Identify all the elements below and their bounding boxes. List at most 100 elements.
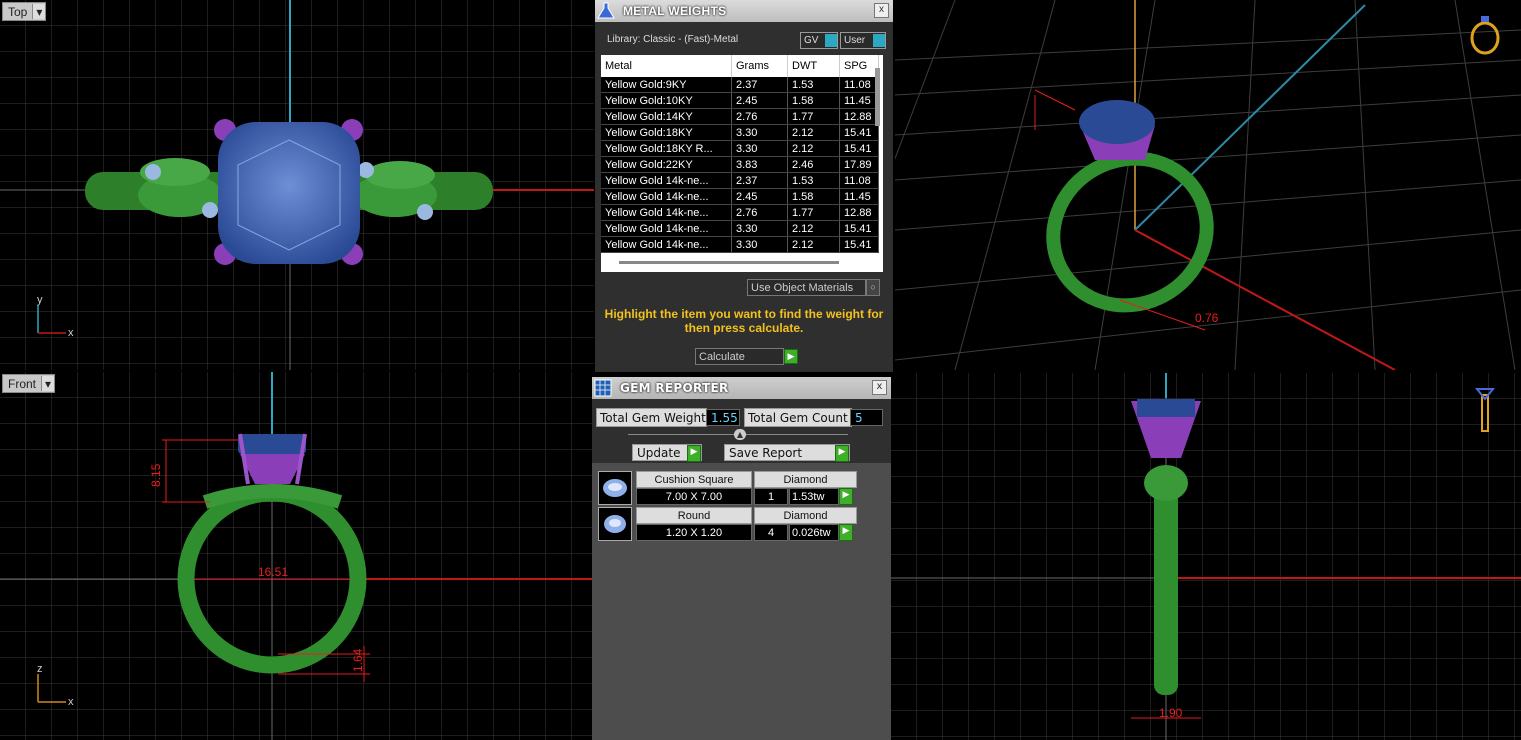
total-gem-count-label: Total Gem Count [744, 408, 852, 427]
spg-cell: 15.41 [839, 140, 879, 157]
viewport-top-label[interactable]: Top ▾ [2, 2, 47, 21]
col-grams[interactable]: Grams [731, 55, 788, 77]
spg-cell: 17.89 [839, 156, 879, 173]
toggle-icon [873, 34, 885, 47]
play-icon[interactable]: ▶ [839, 524, 853, 541]
gem-shape: Round [636, 507, 752, 524]
gem-count: 4 [754, 524, 788, 541]
spg-cell: 11.45 [839, 188, 879, 205]
axis-y-label: y [37, 294, 43, 306]
spg-cell: 11.45 [839, 92, 879, 109]
use-object-materials-button[interactable]: Use Object Materials [747, 279, 866, 296]
save-report-button[interactable]: Save Report ▶ [724, 444, 850, 462]
gem-size: 1.20 X 1.20 [636, 524, 752, 541]
table-row[interactable]: Yellow Gold 14k-ne... 2.76 1.77 12.88 [601, 204, 879, 221]
metal-cell: Yellow Gold 14k-ne... [601, 220, 732, 237]
metal-cell: Yellow Gold:9KY [601, 77, 732, 93]
gem-weight: 1.53tw [789, 488, 839, 505]
top-view-canvas: y x [0, 0, 594, 370]
axis-x-label: x [68, 696, 74, 708]
spg-cell: 15.41 [839, 236, 879, 253]
side-view-canvas: 1.90 [891, 373, 1521, 740]
calculate-row[interactable]: Calculate ▶ [695, 348, 798, 365]
metal-weights-titlebar[interactable]: METAL WEIGHTS x [595, 0, 893, 22]
ring-band-side [1154, 483, 1178, 695]
metal-table[interactable]: Metal Grams DWT SPG Yellow Gold:9KY 2.37 1… [601, 55, 883, 272]
horizontal-scrollbar[interactable] [619, 261, 839, 264]
metal-cell: Yellow Gold:18KY R... [601, 140, 732, 157]
gem-row[interactable]: Cushion Square Diamond 7.00 X 7.00 1 1.5… [598, 471, 857, 505]
grams-cell: 2.45 [731, 188, 788, 205]
table-row[interactable]: Yellow Gold:18KY R... 3.30 2.12 15.41 [601, 140, 879, 157]
user-label: User [844, 35, 866, 46]
flask-icon [595, 0, 617, 22]
viewport-perspective[interactable]: 0.76 [895, 0, 1521, 370]
axis-z-label: z [37, 663, 43, 675]
col-spg[interactable]: SPG [839, 55, 879, 77]
calculate-button[interactable]: Calculate [695, 348, 784, 365]
table-row[interactable]: Yellow Gold:10KY 2.45 1.58 11.45 [601, 92, 879, 109]
metal-cell: Yellow Gold 14k-ne... [601, 204, 732, 221]
table-row[interactable]: Yellow Gold 14k-ne... 3.30 2.12 15.41 [601, 220, 879, 237]
close-button[interactable]: x [872, 380, 887, 395]
vertical-scrollbar[interactable] [875, 68, 880, 126]
spg-cell: 15.41 [839, 124, 879, 141]
total-gem-weight-label: Total Gem Weight [596, 408, 707, 427]
table-row[interactable]: Yellow Gold 14k-ne... 2.45 1.58 11.45 [601, 188, 879, 205]
chevron-down-icon[interactable]: ▾ [32, 4, 46, 19]
dwt-cell: 1.58 [787, 92, 840, 109]
viewport-top[interactable]: y x Top ▾ [0, 0, 594, 370]
dim-shank: 1.64 [351, 648, 365, 672]
table-row[interactable]: Yellow Gold 14k-ne... 2.37 1.53 11.08 [601, 172, 879, 189]
spg-cell: 12.88 [839, 108, 879, 125]
viewport-front[interactable]: 8.15 16.51 1.64 z x Front ▾ [0, 372, 594, 740]
spg-cell: 12.88 [839, 204, 879, 221]
dwt-cell: 2.46 [787, 156, 840, 173]
grams-cell: 3.30 [731, 220, 788, 237]
table-row[interactable]: Yellow Gold:18KY 3.30 2.12 15.41 [601, 124, 879, 141]
cushion-gem-icon [598, 471, 632, 505]
gem-reporter-titlebar[interactable]: GEM REPORTER x [592, 377, 891, 399]
cushion-gem [218, 122, 360, 264]
dwt-cell: 1.77 [787, 204, 840, 221]
gv-toggle[interactable]: GV [800, 32, 838, 49]
spg-cell: 11.08 [839, 77, 879, 93]
viewport-front-label[interactable]: Front ▾ [2, 374, 56, 393]
play-icon[interactable]: ▶ [784, 349, 798, 364]
instruction-message: Highlight the item you want to find the … [604, 307, 884, 335]
gem-row[interactable]: Round Diamond 1.20 X 1.20 4 0.026tw ▶ [598, 507, 857, 541]
viewport-name: Top [8, 4, 28, 19]
viewport-side[interactable]: 1.90 [891, 373, 1521, 740]
col-dwt[interactable]: DWT [787, 55, 840, 77]
grams-cell: 3.30 [731, 140, 788, 157]
user-toggle[interactable]: User [840, 32, 886, 49]
collapse-icon[interactable]: ▲ [734, 429, 746, 440]
panel-title: METAL WEIGHTS [623, 4, 727, 18]
grams-cell: 2.37 [731, 172, 788, 189]
front-view-canvas: 8.15 16.51 1.64 z x [0, 372, 594, 740]
metal-cell: Yellow Gold 14k-ne... [601, 236, 732, 253]
dwt-cell: 1.77 [787, 108, 840, 125]
dwt-cell: 2.12 [787, 220, 840, 237]
table-row[interactable]: Yellow Gold:14KY 2.76 1.77 12.88 [601, 108, 879, 125]
update-label: Update [637, 445, 681, 460]
table-row[interactable]: Yellow Gold:9KY 2.37 1.53 11.08 [601, 77, 879, 93]
play-icon[interactable]: ▶ [839, 488, 853, 505]
gem-type: Diamond [754, 471, 857, 488]
update-button[interactable]: Update ▶ [632, 444, 702, 462]
close-button[interactable]: x [874, 3, 889, 18]
radio-icon[interactable]: ○ [866, 279, 880, 296]
gem-reporter-panel: GEM REPORTER x Total Gem Weight 1.55 Tot… [592, 377, 891, 740]
table-row[interactable]: Yellow Gold:22KY 3.83 2.46 17.89 [601, 156, 879, 173]
table-row[interactable]: Yellow Gold 14k-ne... 3.30 2.12 15.41 [601, 236, 879, 253]
library-label: Library: Classic - (Fast)-Metal [607, 34, 739, 45]
use-object-materials-row[interactable]: Use Object Materials ○ [747, 279, 880, 296]
metal-cell: Yellow Gold 14k-ne... [601, 172, 732, 189]
grams-cell: 3.30 [731, 236, 788, 253]
dwt-cell: 2.12 [787, 236, 840, 253]
ring-gizmo-icon[interactable] [1470, 16, 1500, 55]
grams-cell: 2.37 [731, 77, 788, 93]
chevron-down-icon[interactable]: ▾ [41, 376, 55, 391]
spg-cell: 11.08 [839, 172, 879, 189]
col-metal[interactable]: Metal [601, 55, 732, 77]
